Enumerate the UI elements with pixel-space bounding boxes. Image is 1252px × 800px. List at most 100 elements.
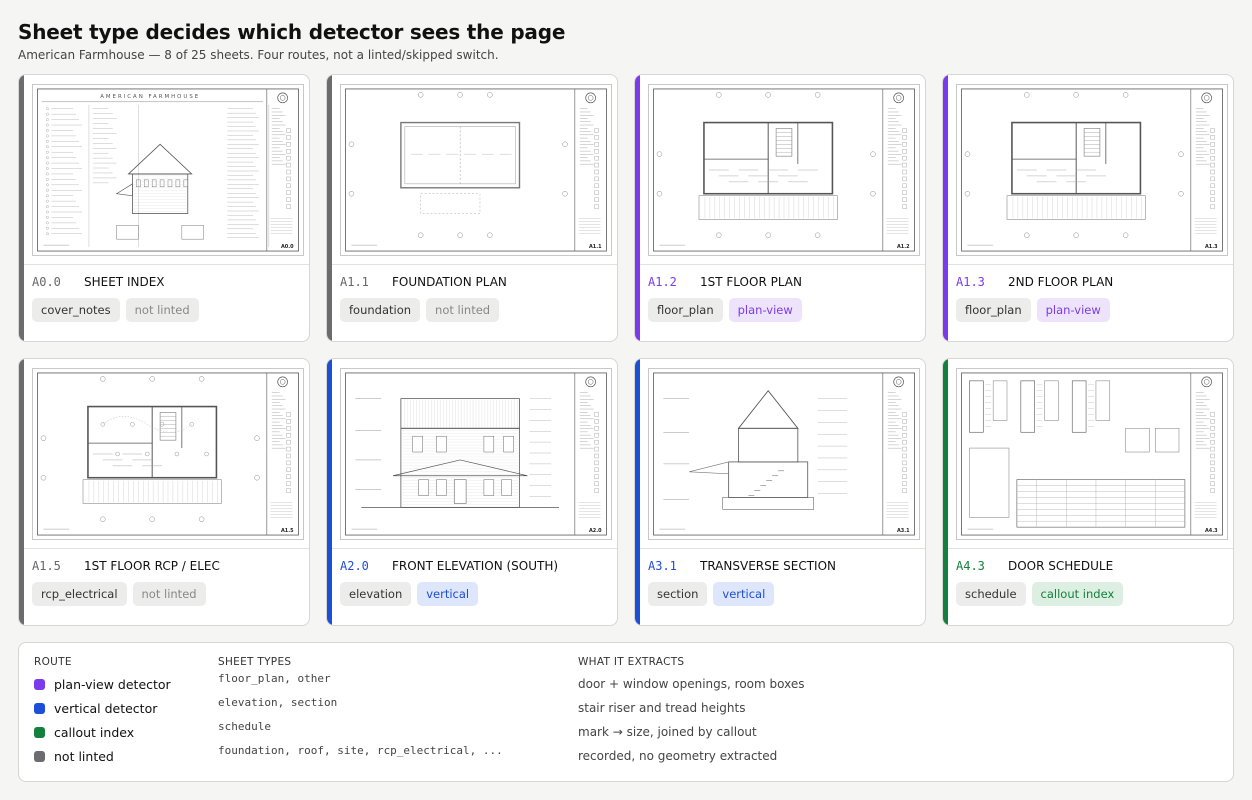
vertical-title-glyph [902,481,907,486]
route-swatch [34,727,45,738]
vertical-title-glyph [286,176,291,182]
legend-header-route: ROUTE [34,656,72,668]
vertical-title-glyph [902,142,907,147]
symbol-icon [46,150,49,154]
symbol-icon [46,178,49,181]
grid-bubble [1073,92,1079,98]
sheet-thumbnail[interactable]: AMERICAN FARMHOUSE A0.0 [32,84,304,256]
route-accent-bar [635,75,640,341]
sheet-border [37,372,299,536]
sheet-name: 1ST FLOOR RCP / ELEC [84,559,220,573]
symbol-icon [46,172,49,176]
symbol-icon [46,156,49,160]
window-detail [1155,428,1180,453]
vertical-title-glyph [286,169,291,175]
vertical-title-glyph [1210,481,1215,486]
vertical-title-glyph [594,190,599,195]
sheet-code: A1.2 [648,275,677,289]
vertical-title-glyph [286,128,291,133]
grid-bubble [100,376,106,382]
grid-bubble [1024,232,1030,238]
symbol-icon [46,226,49,230]
card-divider [24,548,309,549]
vertical-title-glyph [902,474,907,479]
symbol-icon [46,232,49,236]
window-outline [144,179,149,188]
vertical-title-glyph [902,183,907,188]
sheet-card[interactable]: AMERICAN FARMHOUSE A0.0 A0.0 SHEET INDEX … [18,74,310,342]
seal-icon [895,95,902,101]
symbol-icon [46,205,49,208]
vertical-title-glyph [1210,176,1215,182]
vertical-title-glyph [902,135,907,140]
vertical-title-glyph [1210,162,1215,168]
vertical-title-glyph [594,155,599,161]
grid-bubble [348,141,355,148]
sheet-number-label: A1.2 [897,244,910,250]
sheet-thumbnail[interactable]: A4.3 [956,368,1228,540]
window-outline [175,179,181,188]
fixture-icon [130,422,135,427]
vertical-title-glyph [286,453,291,459]
window-outline [151,179,157,188]
sheet-thumbnail[interactable]: A1.5 [32,368,304,540]
legend-types: schedule [218,720,271,733]
vertical-title-glyph [1210,135,1215,140]
vertical-title-glyph [594,453,599,459]
vertical-title-glyph [594,128,599,133]
route-chip: vertical [417,582,479,606]
vertical-title-glyph [1210,197,1215,202]
vertical-title-glyph [1210,467,1215,472]
sheet-code: A0.0 [32,275,61,289]
vertical-title-glyph [286,433,291,438]
legend-extracts: recorded, no geometry extracted [578,749,778,763]
sheet-card[interactable]: A4.3 A4.3 DOOR SCHEDULE schedule callout … [942,358,1234,626]
vertical-title-glyph [286,412,291,417]
seal-icon [893,376,904,388]
sheet-number-label: A2.0 [589,528,602,534]
seal-icon [895,379,902,385]
mini-plan [116,225,139,240]
sheet-thumbnail[interactable]: A1.2 [648,84,920,256]
legend-extracts: stair riser and tread heights [578,701,746,715]
sheet-border [345,88,607,252]
vertical-title-glyph [286,190,291,195]
sheet-card[interactable]: A3.1 A3.1 TRANSVERSE SECTION section vert… [634,358,926,626]
sheet-thumbnail[interactable]: A1.3 [956,84,1228,256]
sheet-card[interactable]: A1.3 A1.3 2ND FLOOR PLAN floor_plan plan-… [942,74,1234,342]
vertical-title-glyph [286,204,291,209]
symbol-icon [46,210,49,214]
sheet-thumbnail[interactable]: A3.1 [648,368,920,540]
seal-icon [1201,92,1212,104]
window-outline [436,435,447,453]
grid-bubble [765,92,771,98]
sheet-number-label: A1.5 [281,528,294,534]
sheet-thumbnail[interactable]: A1.1 [340,84,612,256]
mini-plan [181,225,204,240]
sheet-thumbnail[interactable]: A2.0 [340,368,612,540]
detail-outline [969,447,1010,518]
vertical-title-glyph [286,135,291,140]
detail-outline [1095,380,1111,421]
sheet-drawing: A1.1 [345,88,607,252]
sheet-card[interactable]: A1.2 A1.2 1ST FLOOR PLAN floor_plan plan-… [634,74,926,342]
foundation-line [722,497,814,510]
sheet-card[interactable]: A1.5 A1.5 1ST FLOOR RCP / ELEC rcp_elect… [18,358,310,626]
grid-bubble [964,191,971,197]
route-swatch [34,679,45,690]
sheet-card[interactable]: A1.1 A1.1 FOUNDATION PLAN foundation not … [326,74,618,342]
card-divider [24,264,309,265]
vertical-title-glyph [286,426,291,431]
window-outline [501,479,512,496]
route-chip: plan-view [728,298,802,322]
sheet-card[interactable]: A2.0 A2.0 FRONT ELEVATION (SOUTH) elevat… [326,358,618,626]
grid-bubble [487,232,493,238]
vertical-title-glyph [594,439,599,445]
window-outline [436,479,447,496]
sheet-name: SHEET INDEX [84,275,165,289]
grid-bubble [562,191,568,197]
vertical-title-glyph [286,419,291,424]
vertical-title-glyph [594,149,599,154]
card-divider [640,264,925,265]
legend-route: vertical detector [34,696,157,720]
